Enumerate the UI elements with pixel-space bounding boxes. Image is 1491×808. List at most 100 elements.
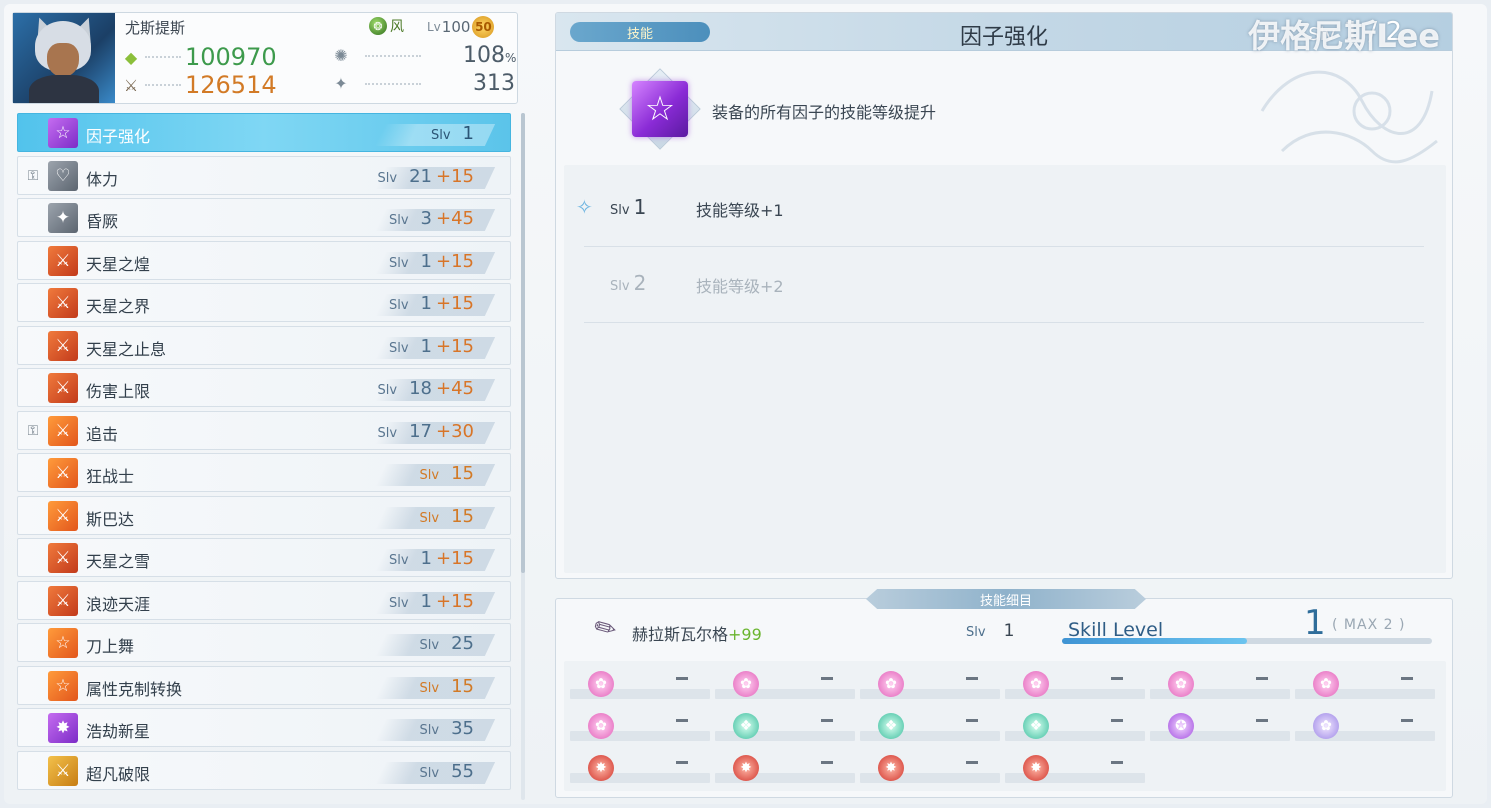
attack-sword-icon: ⚔	[123, 75, 139, 95]
gem-slot[interactable]: ✿	[570, 707, 710, 747]
sword-icon: ⚔	[48, 500, 78, 531]
gem-slot[interactable]: ✿	[1295, 665, 1435, 705]
skill-level: Slv 1 +15	[388, 590, 474, 612]
gem-slot[interactable]: ❖	[1005, 707, 1145, 747]
star-icon: ☆	[48, 670, 78, 701]
skill-row[interactable]: ⚔ 天星之止息 Slv 1 +15	[17, 325, 511, 365]
skill-name: 超凡破限	[86, 764, 151, 784]
skill-big-icon: ☆	[619, 68, 701, 150]
gem-value	[1111, 719, 1123, 722]
gem-slot[interactable]: ❖	[715, 707, 855, 747]
skill-name: 属性克制转换	[86, 679, 183, 699]
skill-row[interactable]: ⚔ 天星之雪 Slv 1 +15	[17, 538, 511, 577]
skill-name: 天星之止息	[86, 339, 167, 359]
skill-level-max: ( MAX 2 )	[1332, 617, 1406, 633]
character-name: 尤斯提斯	[125, 19, 186, 37]
gem-value	[1111, 677, 1123, 680]
skill-row[interactable]: ✦ 昏厥 Slv 3 +45	[17, 198, 511, 237]
skill-name: 追击	[86, 424, 119, 444]
level-effect: 技能等级+2	[696, 277, 784, 296]
factor-gem-icon: ✸	[1023, 755, 1049, 781]
skill-row[interactable]: ⚿ ⚔ 追击 Slv 17 +30	[17, 410, 511, 450]
sword-icon: ⚔	[48, 373, 78, 403]
percent-unit: %	[505, 51, 517, 65]
current-level-marker-icon: ✧	[576, 195, 593, 219]
gem-value	[1111, 761, 1123, 764]
factor-gem-icon: ✿	[588, 671, 614, 697]
skill-row[interactable]: ⚔ 伤害上限 Slv 18 +45	[17, 368, 511, 407]
skill-row[interactable]: ☆ 刀上舞 Slv 25	[17, 623, 511, 662]
atk-stat: ⚔ 126514	[121, 71, 277, 99]
gem-slot[interactable]: ✿	[715, 665, 855, 705]
gem-slot[interactable]: ✿	[1295, 707, 1435, 747]
factor-gem-icon: ❖	[1023, 713, 1049, 739]
skill-name: 昏厥	[86, 212, 119, 231]
skill-row[interactable]: ☆ 属性克制转换 Slv 15	[17, 665, 511, 705]
gem-slot[interactable]: ❖	[860, 707, 1000, 747]
factor-gem-icon: ✿	[1313, 671, 1339, 697]
gem-slot[interactable]: ✪	[1150, 707, 1290, 747]
percent-value: 108	[463, 43, 505, 68]
skill-level: Slv 15	[419, 505, 474, 527]
skill-row[interactable]: ⚔ 天星之煌 Slv 1 +15	[17, 240, 511, 280]
skill-name: 体力	[86, 169, 119, 189]
skill-row[interactable]: ☆ 因子强化 Slv 1	[17, 113, 511, 152]
wolf-head-icon: ✦	[334, 74, 348, 93]
wolf-icon: ✦	[48, 203, 78, 233]
weapon-name[interactable]: 赫拉斯瓦尔格+99	[632, 621, 762, 645]
factor-gem-icon: ❖	[878, 713, 904, 739]
gem-value	[1401, 677, 1413, 680]
skill-level: Slv 21 +15	[377, 165, 474, 187]
skill-level: Slv 3 +45	[388, 208, 474, 229]
skill-row[interactable]: ⚔ 斯巴达 Slv 15	[17, 495, 511, 535]
character-portrait	[13, 13, 115, 103]
gem-slot[interactable]: ✿	[570, 665, 710, 705]
gem-row: ✿ ❖ ❖ ❖ ✪ ✿	[570, 707, 1440, 747]
gem-slot[interactable]: ✿	[860, 665, 1000, 705]
factor-gem-icon: ✿	[1023, 671, 1049, 697]
character-level: Lv 100 50	[427, 16, 495, 38]
character-card[interactable]: 尤斯提斯 ❂ 风 Lv 100 50 ◆ 100970 ⚔ 126514 ✺ 1…	[12, 12, 518, 104]
gem-slot[interactable]: ✿	[1005, 665, 1145, 705]
skill-level: Slv 1 +15	[388, 548, 474, 569]
skill-row[interactable]: ⚿ ♡ 体力 Slv 21 +15	[17, 155, 511, 195]
skill-level: Slv 15	[419, 463, 474, 484]
atk-value: 126514	[185, 71, 277, 99]
factor-gem-icon: ❖	[733, 713, 759, 739]
star-icon: ☆	[48, 118, 78, 148]
skill-levels: ✧ Slv 1 技能等级+1 Slv 2 技能等级+2	[564, 165, 1446, 573]
gem-value	[676, 761, 688, 764]
gem-slot[interactable]: ✸	[860, 749, 1000, 789]
heart-icon: ♡	[48, 160, 78, 191]
percent-stat: ✺ 108%	[331, 43, 516, 68]
skill-level: Slv 35	[419, 718, 474, 739]
sword-icon: ⚔	[48, 288, 78, 318]
gem-row: ✿ ✿ ✿ ✿ ✿ ✿	[570, 665, 1440, 705]
number-stat: ✦ 313	[331, 71, 515, 96]
skill-row[interactable]: ⚔ 浪迹天涯 Slv 1 +15	[17, 580, 511, 620]
skill-row[interactable]: ✸ 浩劫新星 Slv 35	[17, 708, 511, 747]
skill-level: Slv 1 +15	[388, 335, 474, 357]
gem-slot[interactable]: ✸	[715, 749, 855, 789]
skill-row[interactable]: ⚔ 天星之界 Slv 1 +15	[17, 283, 511, 322]
skill-list-scroll-thumb[interactable]	[521, 113, 525, 573]
factor-gem-icon: ✿	[878, 671, 904, 697]
gem-slot[interactable]: ✿	[1150, 665, 1290, 705]
sword-icon: ⚔	[48, 585, 78, 616]
gem-value	[676, 719, 688, 722]
factor-gem-icon: ✸	[733, 755, 759, 781]
decorative-swirl	[1260, 70, 1438, 164]
skill-level: Slv 15	[419, 675, 474, 697]
gem-value	[966, 719, 978, 722]
level-row-1: ✧ Slv 1 技能等级+1	[576, 171, 1424, 247]
star-icon: ☆	[48, 628, 78, 658]
factor-gem-icon: ✪	[1168, 713, 1194, 739]
level-effect: 技能等级+1	[696, 201, 784, 220]
breakdown-tab: 技能细目	[866, 589, 1146, 609]
gem-slot[interactable]: ✸	[1005, 749, 1145, 789]
skill-row[interactable]: ⚔ 超凡破限 Slv 55	[17, 750, 511, 790]
gem-slot[interactable]: ✸	[570, 749, 710, 789]
weapon-icon[interactable]: ✎	[576, 599, 636, 659]
factor-gems: ✿ ✿ ✿ ✿ ✿ ✿ ✿ ❖ ❖ ❖ ✪ ✿ ✸ ✸ ✸ ✸	[564, 661, 1446, 791]
skill-row[interactable]: ⚔ 狂战士 Slv 15	[17, 453, 511, 492]
